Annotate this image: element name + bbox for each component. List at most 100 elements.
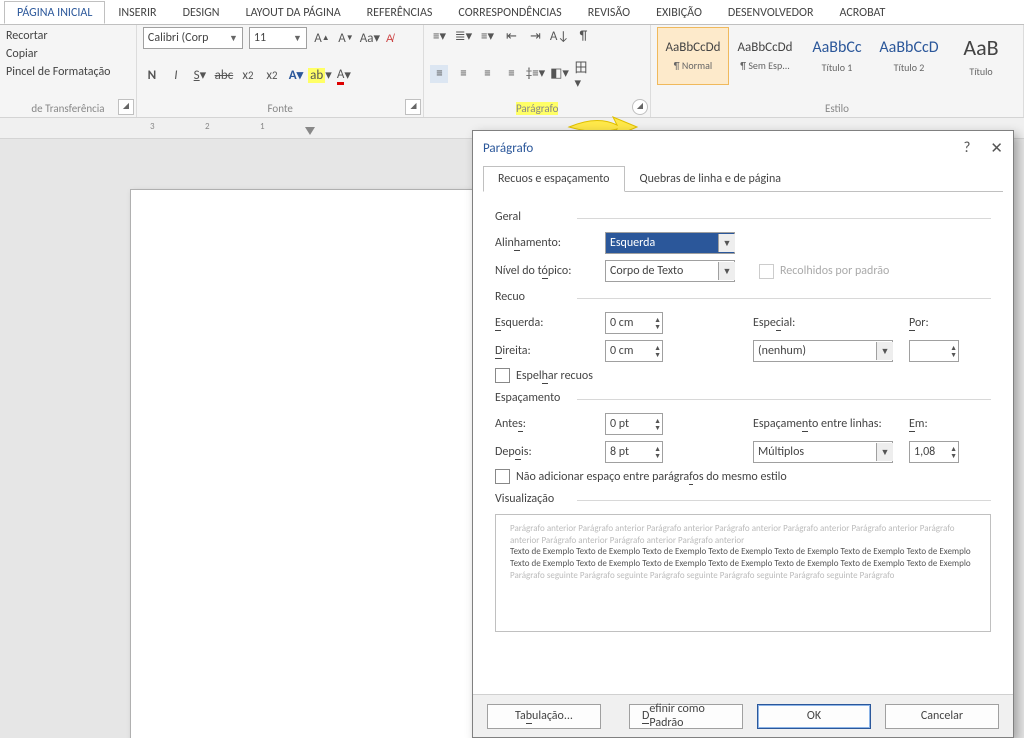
style-sample: AaBbCc bbox=[812, 38, 861, 57]
close-button[interactable]: ✕ bbox=[990, 139, 1003, 158]
tab-mailings[interactable]: CORRESPONDÊNCIAS bbox=[445, 1, 574, 24]
font-size-value: 11 bbox=[254, 31, 266, 45]
after-input[interactable]: 8 pt▲▼ bbox=[605, 441, 663, 463]
show-marks-icon[interactable]: ¶ bbox=[574, 27, 592, 45]
dialog-titlebar: Parágrafo ? ✕ bbox=[473, 131, 1013, 165]
group-clipboard: Recortar Copiar Pincel de Formatação de … bbox=[0, 25, 137, 117]
help-button[interactable]: ? bbox=[963, 139, 970, 157]
dialog-tab-indent[interactable]: Recuos e espaçamento bbox=[483, 166, 625, 192]
text-effects-icon[interactable]: A▾ bbox=[287, 67, 305, 85]
ruler-tick: 1 bbox=[260, 121, 265, 132]
clear-format-icon[interactable]: A̸ bbox=[385, 29, 403, 47]
style-t-tulo-1[interactable]: AaBbCc Título 1 bbox=[801, 27, 873, 85]
by-input[interactable]: ▲▼ bbox=[909, 340, 959, 362]
justify-icon[interactable]: ≡ bbox=[502, 65, 520, 83]
bullets-icon[interactable]: ≡▾ bbox=[430, 27, 448, 45]
group-font: Calibri (Corp▼ 11▼ A▲ A▼ Aa▾ A̸ N I S▾ a… bbox=[137, 25, 425, 117]
style-t-tulo[interactable]: AaB Título bbox=[945, 27, 1017, 85]
borders-icon[interactable]: 田▾ bbox=[574, 65, 592, 83]
style-sample: AaBbCcD bbox=[879, 38, 938, 57]
tab-insert[interactable]: INSERIR bbox=[105, 1, 169, 24]
line-spacing-select[interactable]: Múltiplos▼ bbox=[753, 441, 893, 463]
style--normal[interactable]: AaBbCcDd¶ Normal bbox=[657, 27, 729, 85]
bold-icon[interactable]: N bbox=[143, 67, 161, 85]
style-name: Título 1 bbox=[822, 61, 853, 74]
svg-text:A̸: A̸ bbox=[386, 32, 395, 45]
dialog-title: Parágrafo bbox=[483, 141, 533, 156]
nospace-label: Não adicionar espaço entre parágrafos do… bbox=[516, 470, 787, 484]
tabs-button[interactable]: Tabulação... bbox=[487, 704, 601, 729]
style-t-tulo-2[interactable]: AaBbCcDTítulo 2 bbox=[873, 27, 945, 85]
special-select[interactable]: (nenhum)▼ bbox=[753, 340, 893, 362]
indent-right-input[interactable]: 0 cm▲▼ bbox=[605, 340, 663, 362]
outline-value: Corpo de Texto bbox=[610, 264, 683, 278]
tab-home[interactable]: PÁGINA INICIAL bbox=[4, 1, 105, 24]
multilevel-icon[interactable]: ≡▾ bbox=[478, 27, 496, 45]
outline-label: Nível do tópico: bbox=[495, 264, 605, 278]
tab-view[interactable]: EXIBIÇÃO bbox=[643, 1, 715, 24]
tab-review[interactable]: REVISÃO bbox=[575, 1, 643, 24]
alignment-value: Esquerda bbox=[610, 236, 655, 250]
cut-button[interactable]: Recortar bbox=[6, 27, 130, 45]
nospace-checkbox[interactable] bbox=[495, 469, 510, 484]
superscript-icon[interactable]: x2 bbox=[263, 67, 281, 85]
align-right-icon[interactable]: ≡ bbox=[478, 65, 496, 83]
style--sem-esp-[interactable]: AaBbCcDd¶ Sem Esp... bbox=[729, 27, 801, 85]
preview-sample: Texto de Exemplo Texto de Exemplo Texto … bbox=[510, 546, 976, 569]
highlight-icon[interactable]: ab▾ bbox=[311, 67, 329, 85]
copy-button[interactable]: Copiar bbox=[6, 45, 130, 63]
at-input[interactable]: 1,08▲▼ bbox=[909, 441, 959, 463]
shrink-font-icon[interactable]: A▼ bbox=[337, 29, 355, 47]
tab-layout[interactable]: LAYOUT DA PÁGINA bbox=[233, 1, 354, 24]
before-label: Antes: bbox=[495, 417, 605, 431]
mirror-label: Espelhar recuos bbox=[516, 369, 593, 383]
ribbon: Recortar Copiar Pincel de Formatação de … bbox=[0, 24, 1024, 118]
indent-marker-icon[interactable] bbox=[305, 127, 315, 135]
tab-design[interactable]: DESIGN bbox=[170, 1, 233, 24]
style-name: Título bbox=[969, 65, 992, 78]
italic-icon[interactable]: I bbox=[167, 67, 185, 85]
grow-font-icon[interactable]: A▲ bbox=[313, 29, 331, 47]
preview-box: Parágrafo anterior Parágrafo anterior Pa… bbox=[495, 514, 991, 632]
dialog-tab-breaks[interactable]: Quebras de linha e de página bbox=[625, 166, 797, 192]
outline-select[interactable]: Corpo de Texto ▼ bbox=[605, 260, 735, 282]
before-input[interactable]: 0 pt▲▼ bbox=[605, 413, 663, 435]
numbering-icon[interactable]: ≣▾ bbox=[454, 27, 472, 45]
tab-references[interactable]: REFERÊNCIAS bbox=[354, 1, 446, 24]
clipboard-launcher-icon[interactable]: ◢ bbox=[118, 99, 134, 115]
align-left-icon[interactable]: ≡ bbox=[430, 65, 448, 83]
alignment-label: Alinhamento: bbox=[495, 236, 605, 250]
font-name-combo[interactable]: Calibri (Corp▼ bbox=[143, 27, 243, 49]
underline-icon[interactable]: S▾ bbox=[191, 67, 209, 85]
change-case-icon[interactable]: Aa▾ bbox=[361, 29, 379, 47]
indent-left-input[interactable]: 0 cm▲▼ bbox=[605, 312, 663, 334]
inc-indent-icon[interactable]: ⇥ bbox=[526, 27, 544, 45]
dec-indent-icon[interactable]: ⇤ bbox=[502, 27, 520, 45]
chevron-down-icon: ▼ bbox=[225, 33, 238, 44]
sort-icon[interactable]: A↓ bbox=[550, 27, 568, 45]
align-center-icon[interactable]: ≡ bbox=[454, 65, 472, 83]
line-spacing-icon[interactable]: ‡≡▾ bbox=[526, 65, 544, 83]
alignment-select[interactable]: Esquerda ▼ bbox=[605, 232, 735, 254]
set-default-button[interactable]: Definir como Padrão bbox=[629, 704, 743, 729]
style-sample: AaBbCcDd bbox=[738, 40, 793, 55]
style-sample: AaB bbox=[963, 34, 998, 61]
font-launcher-icon[interactable]: ◢ bbox=[405, 99, 421, 115]
section-general: Geral bbox=[495, 210, 991, 224]
shading-icon[interactable]: ◧▾ bbox=[550, 65, 568, 83]
ok-button[interactable]: OK bbox=[757, 704, 871, 729]
subscript-icon[interactable]: x2 bbox=[239, 67, 257, 85]
font-color-icon[interactable]: A▾ bbox=[335, 67, 353, 85]
group-styles: AaBbCcDd¶ NormalAaBbCcDd¶ Sem Esp...AaBb… bbox=[651, 25, 1024, 117]
tab-acrobat[interactable]: ACROBAT bbox=[826, 1, 898, 24]
strike-icon[interactable]: abc bbox=[215, 67, 233, 85]
group-paragraph: ≡▾ ≣▾ ≡▾ ⇤ ⇥ A↓ ¶ ≡ ≡ ≡ ≡ ‡≡▾ ◧▾ 田▾ Pará… bbox=[424, 25, 651, 117]
section-indent: Recuo bbox=[495, 290, 991, 304]
tab-developer[interactable]: DESENVOLVEDOR bbox=[715, 1, 827, 24]
at-label: Em: bbox=[909, 417, 928, 431]
ruler-tick: 3 bbox=[150, 121, 155, 132]
mirror-checkbox[interactable] bbox=[495, 368, 510, 383]
font-size-combo[interactable]: 11▼ bbox=[249, 27, 307, 49]
cancel-button[interactable]: Cancelar bbox=[885, 704, 999, 729]
format-painter-button[interactable]: Pincel de Formatação bbox=[6, 63, 130, 81]
